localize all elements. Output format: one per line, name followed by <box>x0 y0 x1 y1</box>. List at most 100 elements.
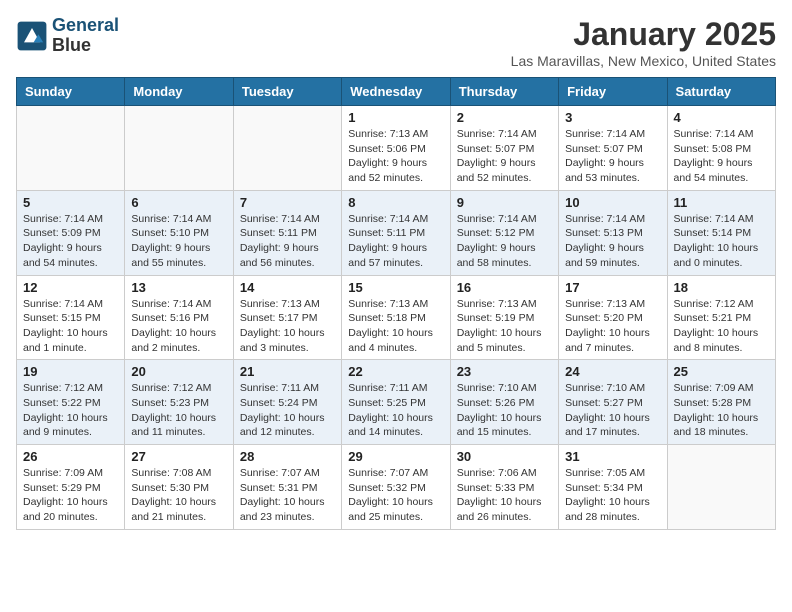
day-number: 12 <box>23 280 118 295</box>
calendar-day-cell: 31Sunrise: 7:05 AM Sunset: 5:34 PM Dayli… <box>559 445 667 530</box>
calendar-day-cell: 20 Sunrise: 7:12 AM Sunset: 5:23 PM Dayli… <box>125 360 233 445</box>
calendar-day-cell <box>667 445 775 530</box>
day-number: 8 <box>348 195 443 210</box>
day-info: Sunrise: 7:09 AM Sunset: 5:29 PM Dayligh… <box>23 466 118 525</box>
calendar-body: 1Sunrise: 7:13 AM Sunset: 5:06 PM Daylig… <box>17 106 776 530</box>
calendar-table: SundayMondayTuesdayWednesdayThursdayFrid… <box>16 77 776 530</box>
day-number: 2 <box>457 110 552 125</box>
calendar-week-row: 5 Sunrise: 7:14 AM Sunset: 5:09 PM Daylig… <box>17 190 776 275</box>
calendar-day-cell: 2 Sunrise: 7:14 AM Sunset: 5:07 PM Daylig… <box>450 106 558 191</box>
day-number: 26 <box>23 449 118 464</box>
day-number: 14 <box>240 280 335 295</box>
calendar-day-cell: 30 Sunrise: 7:06 AM Sunset: 5:33 PM Dayli… <box>450 445 558 530</box>
calendar-day-cell: 11 Sunrise: 7:14 AM Sunset: 5:14 PM Dayli… <box>667 190 775 275</box>
day-info: Sunrise: 7:14 AM Sunset: 5:08 PM Dayligh… <box>674 127 769 186</box>
day-info: Sunrise: 7:14 AM Sunset: 5:12 PM Dayligh… <box>457 212 552 271</box>
day-info: Sunrise: 7:08 AM Sunset: 5:30 PM Dayligh… <box>131 466 226 525</box>
logo-line1: General <box>52 15 119 35</box>
day-info: Sunrise: 7:14 AM Sunset: 5:07 PM Dayligh… <box>457 127 552 186</box>
weekday-header-wednesday: Wednesday <box>342 78 450 106</box>
day-number: 1 <box>348 110 443 125</box>
day-number: 17 <box>565 280 660 295</box>
calendar-header: SundayMondayTuesdayWednesdayThursdayFrid… <box>17 78 776 106</box>
calendar-day-cell: 16 Sunrise: 7:13 AM Sunset: 5:19 PM Dayli… <box>450 275 558 360</box>
calendar-day-cell: 14 Sunrise: 7:13 AM Sunset: 5:17 PM Dayli… <box>233 275 341 360</box>
calendar-week-row: 26 Sunrise: 7:09 AM Sunset: 5:29 PM Dayli… <box>17 445 776 530</box>
day-info: Sunrise: 7:09 AM Sunset: 5:28 PM Dayligh… <box>674 381 769 440</box>
title-area: January 2025 Las Maravillas, New Mexico,… <box>511 16 776 69</box>
day-info: Sunrise: 7:14 AM Sunset: 5:10 PM Dayligh… <box>131 212 226 271</box>
day-number: 16 <box>457 280 552 295</box>
day-info: Sunrise: 7:14 AM Sunset: 5:16 PM Dayligh… <box>131 297 226 356</box>
calendar-week-row: 1Sunrise: 7:13 AM Sunset: 5:06 PM Daylig… <box>17 106 776 191</box>
logo: General Blue <box>16 16 119 56</box>
calendar-day-cell: 12Sunrise: 7:14 AM Sunset: 5:15 PM Dayli… <box>17 275 125 360</box>
day-info: Sunrise: 7:14 AM Sunset: 5:13 PM Dayligh… <box>565 212 660 271</box>
day-number: 9 <box>457 195 552 210</box>
calendar-title: January 2025 <box>511 16 776 53</box>
calendar-day-cell: 1Sunrise: 7:13 AM Sunset: 5:06 PM Daylig… <box>342 106 450 191</box>
page-header: General Blue January 2025 Las Maravillas… <box>16 16 776 69</box>
calendar-day-cell: 25Sunrise: 7:09 AM Sunset: 5:28 PM Dayli… <box>667 360 775 445</box>
day-number: 22 <box>348 364 443 379</box>
day-number: 27 <box>131 449 226 464</box>
logo-icon <box>16 20 48 52</box>
day-number: 19 <box>23 364 118 379</box>
calendar-day-cell: 23Sunrise: 7:10 AM Sunset: 5:26 PM Dayli… <box>450 360 558 445</box>
day-info: Sunrise: 7:13 AM Sunset: 5:18 PM Dayligh… <box>348 297 443 356</box>
calendar-day-cell <box>17 106 125 191</box>
weekday-header-friday: Friday <box>559 78 667 106</box>
calendar-day-cell: 3Sunrise: 7:14 AM Sunset: 5:07 PM Daylig… <box>559 106 667 191</box>
calendar-day-cell: 5 Sunrise: 7:14 AM Sunset: 5:09 PM Daylig… <box>17 190 125 275</box>
day-info: Sunrise: 7:06 AM Sunset: 5:33 PM Dayligh… <box>457 466 552 525</box>
day-info: Sunrise: 7:12 AM Sunset: 5:22 PM Dayligh… <box>23 381 118 440</box>
day-number: 15 <box>348 280 443 295</box>
day-number: 21 <box>240 364 335 379</box>
calendar-day-cell: 10 Sunrise: 7:14 AM Sunset: 5:13 PM Dayli… <box>559 190 667 275</box>
calendar-day-cell: 22 Sunrise: 7:11 AM Sunset: 5:25 PM Dayli… <box>342 360 450 445</box>
day-info: Sunrise: 7:13 AM Sunset: 5:17 PM Dayligh… <box>240 297 335 356</box>
day-info: Sunrise: 7:11 AM Sunset: 5:25 PM Dayligh… <box>348 381 443 440</box>
day-number: 6 <box>131 195 226 210</box>
calendar-day-cell: 9 Sunrise: 7:14 AM Sunset: 5:12 PM Daylig… <box>450 190 558 275</box>
day-info: Sunrise: 7:14 AM Sunset: 5:14 PM Dayligh… <box>674 212 769 271</box>
calendar-day-cell: 15 Sunrise: 7:13 AM Sunset: 5:18 PM Dayli… <box>342 275 450 360</box>
day-info: Sunrise: 7:12 AM Sunset: 5:23 PM Dayligh… <box>131 381 226 440</box>
logo-text: General Blue <box>52 16 119 56</box>
day-info: Sunrise: 7:13 AM Sunset: 5:20 PM Dayligh… <box>565 297 660 356</box>
day-number: 10 <box>565 195 660 210</box>
calendar-day-cell: 6 Sunrise: 7:14 AM Sunset: 5:10 PM Daylig… <box>125 190 233 275</box>
calendar-day-cell: 29Sunrise: 7:07 AM Sunset: 5:32 PM Dayli… <box>342 445 450 530</box>
day-number: 18 <box>674 280 769 295</box>
weekday-header-tuesday: Tuesday <box>233 78 341 106</box>
day-info: Sunrise: 7:11 AM Sunset: 5:24 PM Dayligh… <box>240 381 335 440</box>
calendar-day-cell: 19 Sunrise: 7:12 AM Sunset: 5:22 PM Dayli… <box>17 360 125 445</box>
calendar-week-row: 12Sunrise: 7:14 AM Sunset: 5:15 PM Dayli… <box>17 275 776 360</box>
day-info: Sunrise: 7:12 AM Sunset: 5:21 PM Dayligh… <box>674 297 769 356</box>
weekday-header-thursday: Thursday <box>450 78 558 106</box>
day-number: 30 <box>457 449 552 464</box>
day-number: 4 <box>674 110 769 125</box>
day-number: 5 <box>23 195 118 210</box>
day-number: 24 <box>565 364 660 379</box>
day-number: 11 <box>674 195 769 210</box>
day-info: Sunrise: 7:13 AM Sunset: 5:19 PM Dayligh… <box>457 297 552 356</box>
day-number: 13 <box>131 280 226 295</box>
day-info: Sunrise: 7:14 AM Sunset: 5:09 PM Dayligh… <box>23 212 118 271</box>
day-number: 20 <box>131 364 226 379</box>
day-info: Sunrise: 7:10 AM Sunset: 5:27 PM Dayligh… <box>565 381 660 440</box>
calendar-day-cell: 26 Sunrise: 7:09 AM Sunset: 5:29 PM Dayli… <box>17 445 125 530</box>
weekday-header-row: SundayMondayTuesdayWednesdayThursdayFrid… <box>17 78 776 106</box>
day-info: Sunrise: 7:14 AM Sunset: 5:11 PM Dayligh… <box>348 212 443 271</box>
day-info: Sunrise: 7:14 AM Sunset: 5:07 PM Dayligh… <box>565 127 660 186</box>
day-info: Sunrise: 7:07 AM Sunset: 5:31 PM Dayligh… <box>240 466 335 525</box>
calendar-day-cell: 8 Sunrise: 7:14 AM Sunset: 5:11 PM Daylig… <box>342 190 450 275</box>
calendar-week-row: 19 Sunrise: 7:12 AM Sunset: 5:22 PM Dayli… <box>17 360 776 445</box>
calendar-day-cell: 7Sunrise: 7:14 AM Sunset: 5:11 PM Daylig… <box>233 190 341 275</box>
day-info: Sunrise: 7:07 AM Sunset: 5:32 PM Dayligh… <box>348 466 443 525</box>
calendar-day-cell: 24 Sunrise: 7:10 AM Sunset: 5:27 PM Dayli… <box>559 360 667 445</box>
calendar-subtitle: Las Maravillas, New Mexico, United State… <box>511 53 776 69</box>
day-number: 7 <box>240 195 335 210</box>
calendar-day-cell: 21 Sunrise: 7:11 AM Sunset: 5:24 PM Dayli… <box>233 360 341 445</box>
weekday-header-sunday: Sunday <box>17 78 125 106</box>
